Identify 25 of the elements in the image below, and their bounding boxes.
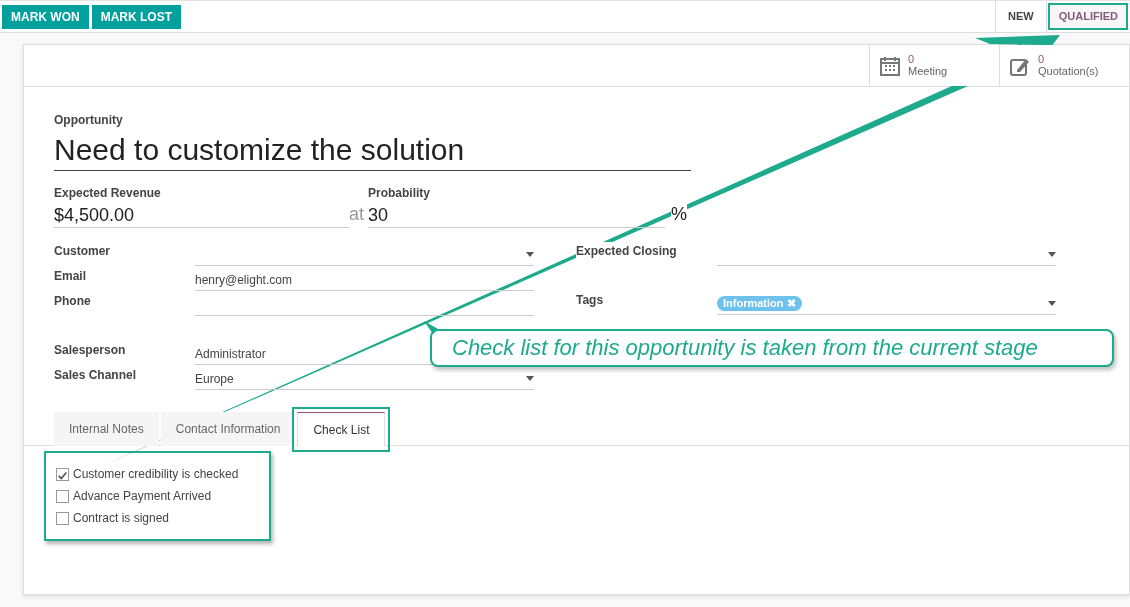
checkbox[interactable] [56,511,69,525]
stage-button[interactable]: QUALIFIED [1045,1,1130,32]
checklist-label: Advance Payment Arrived [73,488,212,506]
checklist-label: Contract is signed [73,510,170,528]
tab[interactable]: Contact Information [160,412,296,447]
action-button[interactable]: MARK WON [2,4,89,29]
tab[interactable]: Internal Notes [54,412,159,447]
field-label: Opportunity [54,112,124,129]
checkbox[interactable] [56,489,69,503]
opportunity-name-field[interactable]: Need to customize the solution [54,132,691,172]
dropdown-caret-icon[interactable] [1048,301,1056,307]
at-label: at [349,203,364,227]
mark-lost-button[interactable]: MARK LOST [91,4,181,29]
revenue-field[interactable]: $4,500.00 [54,202,349,229]
checklist-label: Customer credibility is checked [73,466,239,484]
checkbox[interactable] [56,467,69,481]
smart-button[interactable]: 0 Meeting [869,45,999,86]
annotation-tooltip: Check list for this opportunity is taken from the current stage [430,329,1114,367]
calendar-icon [880,55,900,76]
callout-tail [424,321,438,334]
smart-button[interactable]: 0 Quotation(s) [999,45,1129,86]
dropdown-caret-icon[interactable] [526,376,534,382]
field-label: Probability [368,185,432,203]
dropdown-caret-icon[interactable] [526,252,534,258]
dropdown-caret-icon[interactable] [1048,252,1056,258]
